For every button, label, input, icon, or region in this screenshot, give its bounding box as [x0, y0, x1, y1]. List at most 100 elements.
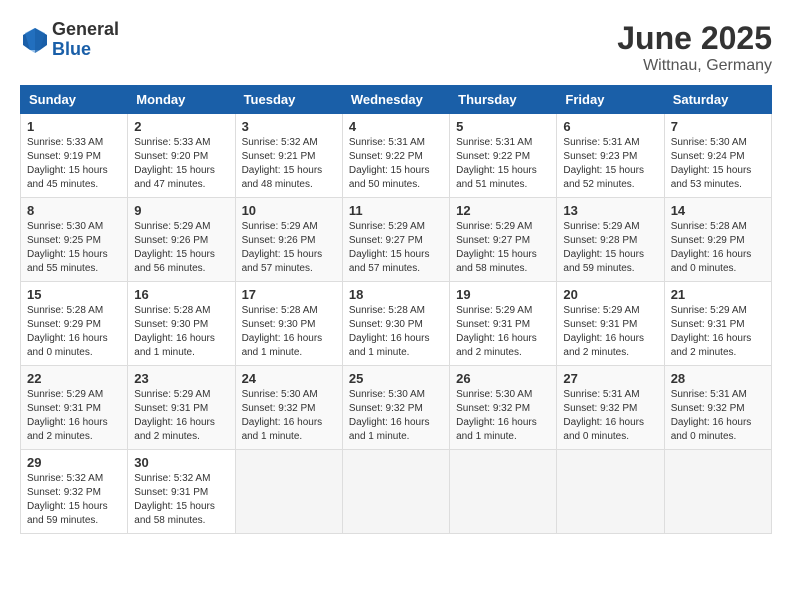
day-number: 21	[671, 287, 765, 302]
calendar-cell: 2 Sunrise: 5:33 AM Sunset: 9:20 PM Dayli…	[128, 114, 235, 198]
calendar-cell: 11 Sunrise: 5:29 AM Sunset: 9:27 PM Dayl…	[342, 198, 449, 282]
day-info: Sunrise: 5:30 AM Sunset: 9:25 PM Dayligh…	[27, 220, 121, 276]
day-info: Sunrise: 5:29 AM Sunset: 9:31 PM Dayligh…	[563, 304, 657, 360]
day-info: Sunrise: 5:30 AM Sunset: 9:32 PM Dayligh…	[242, 388, 336, 444]
calendar-cell: 9 Sunrise: 5:29 AM Sunset: 9:26 PM Dayli…	[128, 198, 235, 282]
calendar-cell: 27 Sunrise: 5:31 AM Sunset: 9:32 PM Dayl…	[557, 366, 664, 450]
day-number: 4	[349, 119, 443, 134]
day-number: 16	[134, 287, 228, 302]
day-number: 7	[671, 119, 765, 134]
calendar-cell: 1 Sunrise: 5:33 AM Sunset: 9:19 PM Dayli…	[21, 114, 128, 198]
day-number: 6	[563, 119, 657, 134]
calendar-cell: 29 Sunrise: 5:32 AM Sunset: 9:32 PM Dayl…	[21, 450, 128, 534]
day-number: 3	[242, 119, 336, 134]
logo-blue: Blue	[52, 40, 119, 60]
header: General Blue June 2025 Wittnau, Germany	[20, 20, 772, 75]
logo-general: General	[52, 20, 119, 40]
day-info: Sunrise: 5:29 AM Sunset: 9:28 PM Dayligh…	[563, 220, 657, 276]
day-number: 25	[349, 371, 443, 386]
day-number: 24	[242, 371, 336, 386]
calendar-cell: 10 Sunrise: 5:29 AM Sunset: 9:26 PM Dayl…	[235, 198, 342, 282]
calendar-cell: 24 Sunrise: 5:30 AM Sunset: 9:32 PM Dayl…	[235, 366, 342, 450]
day-info: Sunrise: 5:28 AM Sunset: 9:29 PM Dayligh…	[27, 304, 121, 360]
day-info: Sunrise: 5:33 AM Sunset: 9:19 PM Dayligh…	[27, 136, 121, 192]
calendar-cell: 4 Sunrise: 5:31 AM Sunset: 9:22 PM Dayli…	[342, 114, 449, 198]
day-number: 1	[27, 119, 121, 134]
day-info: Sunrise: 5:29 AM Sunset: 9:31 PM Dayligh…	[456, 304, 550, 360]
calendar-cell: 12 Sunrise: 5:29 AM Sunset: 9:27 PM Dayl…	[450, 198, 557, 282]
day-number: 15	[27, 287, 121, 302]
calendar-week-row: 22 Sunrise: 5:29 AM Sunset: 9:31 PM Dayl…	[21, 366, 772, 450]
calendar-cell	[557, 450, 664, 534]
calendar-cell: 20 Sunrise: 5:29 AM Sunset: 9:31 PM Dayl…	[557, 282, 664, 366]
day-number: 17	[242, 287, 336, 302]
calendar-cell: 30 Sunrise: 5:32 AM Sunset: 9:31 PM Dayl…	[128, 450, 235, 534]
day-number: 19	[456, 287, 550, 302]
calendar-week-row: 1 Sunrise: 5:33 AM Sunset: 9:19 PM Dayli…	[21, 114, 772, 198]
day-info: Sunrise: 5:31 AM Sunset: 9:22 PM Dayligh…	[349, 136, 443, 192]
weekday-header: Thursday	[450, 86, 557, 114]
calendar-cell: 19 Sunrise: 5:29 AM Sunset: 9:31 PM Dayl…	[450, 282, 557, 366]
weekday-header: Monday	[128, 86, 235, 114]
weekday-header: Tuesday	[235, 86, 342, 114]
calendar-cell	[664, 450, 771, 534]
day-info: Sunrise: 5:32 AM Sunset: 9:31 PM Dayligh…	[134, 472, 228, 528]
day-number: 27	[563, 371, 657, 386]
calendar-week-row: 15 Sunrise: 5:28 AM Sunset: 9:29 PM Dayl…	[21, 282, 772, 366]
calendar-cell: 17 Sunrise: 5:28 AM Sunset: 9:30 PM Dayl…	[235, 282, 342, 366]
calendar-cell	[450, 450, 557, 534]
calendar-cell: 5 Sunrise: 5:31 AM Sunset: 9:22 PM Dayli…	[450, 114, 557, 198]
location-title: Wittnau, Germany	[617, 57, 772, 75]
month-title: June 2025	[617, 20, 772, 57]
day-number: 14	[671, 203, 765, 218]
weekday-header: Friday	[557, 86, 664, 114]
calendar-cell	[342, 450, 449, 534]
day-info: Sunrise: 5:28 AM Sunset: 9:30 PM Dayligh…	[242, 304, 336, 360]
day-info: Sunrise: 5:28 AM Sunset: 9:30 PM Dayligh…	[349, 304, 443, 360]
day-info: Sunrise: 5:31 AM Sunset: 9:32 PM Dayligh…	[671, 388, 765, 444]
day-info: Sunrise: 5:29 AM Sunset: 9:26 PM Dayligh…	[242, 220, 336, 276]
calendar-cell: 3 Sunrise: 5:32 AM Sunset: 9:21 PM Dayli…	[235, 114, 342, 198]
weekday-header: Saturday	[664, 86, 771, 114]
day-info: Sunrise: 5:29 AM Sunset: 9:31 PM Dayligh…	[134, 388, 228, 444]
calendar-cell: 22 Sunrise: 5:29 AM Sunset: 9:31 PM Dayl…	[21, 366, 128, 450]
calendar: SundayMondayTuesdayWednesdayThursdayFrid…	[20, 85, 772, 534]
day-number: 10	[242, 203, 336, 218]
day-info: Sunrise: 5:29 AM Sunset: 9:27 PM Dayligh…	[456, 220, 550, 276]
logo: General Blue	[20, 20, 119, 60]
day-number: 9	[134, 203, 228, 218]
day-info: Sunrise: 5:31 AM Sunset: 9:32 PM Dayligh…	[563, 388, 657, 444]
day-number: 29	[27, 455, 121, 470]
day-number: 5	[456, 119, 550, 134]
calendar-cell: 25 Sunrise: 5:30 AM Sunset: 9:32 PM Dayl…	[342, 366, 449, 450]
calendar-cell: 15 Sunrise: 5:28 AM Sunset: 9:29 PM Dayl…	[21, 282, 128, 366]
day-number: 22	[27, 371, 121, 386]
day-info: Sunrise: 5:33 AM Sunset: 9:20 PM Dayligh…	[134, 136, 228, 192]
calendar-cell: 13 Sunrise: 5:29 AM Sunset: 9:28 PM Dayl…	[557, 198, 664, 282]
title-area: June 2025 Wittnau, Germany	[617, 20, 772, 75]
day-info: Sunrise: 5:31 AM Sunset: 9:23 PM Dayligh…	[563, 136, 657, 192]
day-info: Sunrise: 5:30 AM Sunset: 9:32 PM Dayligh…	[349, 388, 443, 444]
day-number: 12	[456, 203, 550, 218]
weekday-header-row: SundayMondayTuesdayWednesdayThursdayFrid…	[21, 86, 772, 114]
logo-text: General Blue	[52, 20, 119, 60]
day-info: Sunrise: 5:29 AM Sunset: 9:27 PM Dayligh…	[349, 220, 443, 276]
day-info: Sunrise: 5:30 AM Sunset: 9:24 PM Dayligh…	[671, 136, 765, 192]
calendar-cell: 8 Sunrise: 5:30 AM Sunset: 9:25 PM Dayli…	[21, 198, 128, 282]
day-number: 23	[134, 371, 228, 386]
day-number: 28	[671, 371, 765, 386]
calendar-cell: 21 Sunrise: 5:29 AM Sunset: 9:31 PM Dayl…	[664, 282, 771, 366]
calendar-cell	[235, 450, 342, 534]
day-number: 8	[27, 203, 121, 218]
day-number: 2	[134, 119, 228, 134]
day-number: 20	[563, 287, 657, 302]
calendar-cell: 28 Sunrise: 5:31 AM Sunset: 9:32 PM Dayl…	[664, 366, 771, 450]
day-info: Sunrise: 5:28 AM Sunset: 9:30 PM Dayligh…	[134, 304, 228, 360]
day-info: Sunrise: 5:29 AM Sunset: 9:31 PM Dayligh…	[671, 304, 765, 360]
day-info: Sunrise: 5:28 AM Sunset: 9:29 PM Dayligh…	[671, 220, 765, 276]
day-info: Sunrise: 5:32 AM Sunset: 9:32 PM Dayligh…	[27, 472, 121, 528]
logo-icon	[20, 25, 50, 55]
day-info: Sunrise: 5:32 AM Sunset: 9:21 PM Dayligh…	[242, 136, 336, 192]
calendar-week-row: 29 Sunrise: 5:32 AM Sunset: 9:32 PM Dayl…	[21, 450, 772, 534]
day-number: 30	[134, 455, 228, 470]
